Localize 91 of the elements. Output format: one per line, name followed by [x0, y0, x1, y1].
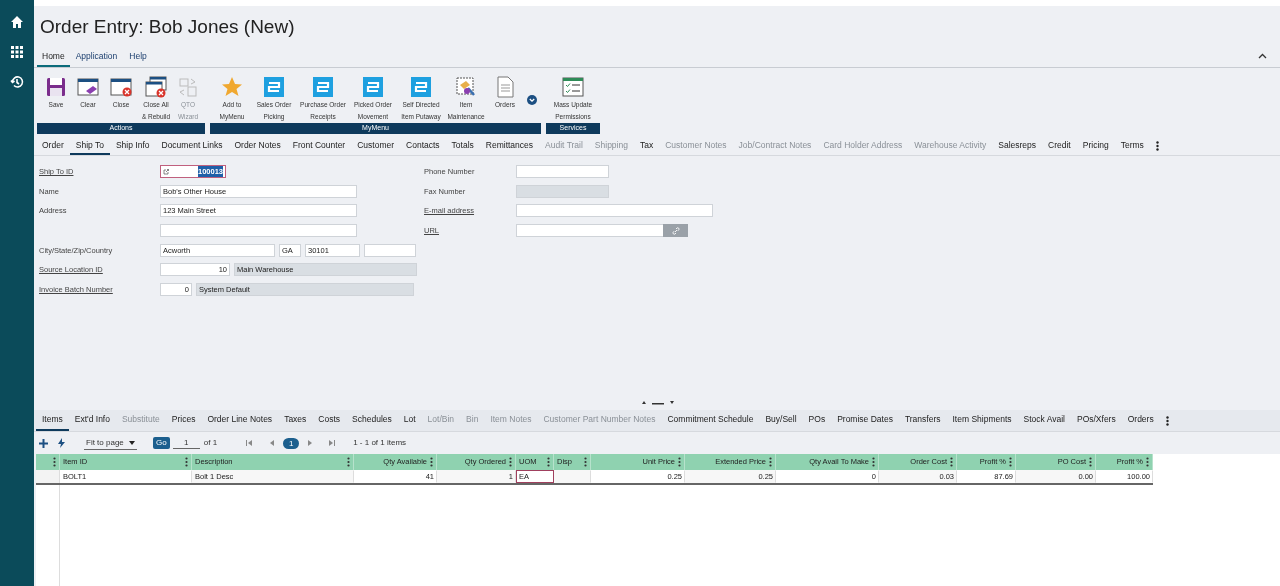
- app-tile-icon: [263, 76, 285, 98]
- input-field[interactable]: [364, 243, 416, 257]
- window-close-icon: [110, 76, 132, 98]
- go-button[interactable]: Go: [152, 437, 170, 449]
- tab[interactable]: Ship To: [69, 137, 110, 155]
- tab[interactable]: Terms: [1114, 137, 1150, 155]
- tab[interactable]: Pricing: [1076, 137, 1115, 155]
- column-menu-icon[interactable]: [1009, 457, 1012, 467]
- star-icon: [221, 76, 243, 98]
- tab[interactable]: Item Shipments: [946, 410, 1018, 431]
- menu-tab[interactable]: Help: [123, 48, 153, 67]
- tab[interactable]: Totals: [445, 137, 480, 155]
- column-menu-icon[interactable]: [509, 457, 512, 467]
- previous-page-icon[interactable]: [269, 440, 275, 446]
- menu-tab[interactable]: Home: [37, 48, 70, 67]
- splitter-handle-icon[interactable]: [640, 400, 674, 406]
- tab[interactable]: Front Counter: [286, 137, 352, 155]
- first-page-icon[interactable]: [246, 440, 253, 446]
- page-button[interactable]: 1: [283, 437, 300, 449]
- menu-tab[interactable]: Application: [69, 48, 124, 67]
- column-menu-icon[interactable]: [769, 457, 772, 467]
- tab[interactable]: Credit: [1042, 137, 1077, 155]
- tab[interactable]: Buy/Sell: [759, 410, 803, 431]
- input-field[interactable]: [516, 165, 609, 179]
- windows-close-icon: [145, 76, 167, 98]
- tab[interactable]: Ext'd Info: [68, 410, 116, 431]
- tab[interactable]: Customer: [351, 137, 401, 155]
- more-chevron-icon[interactable]: [527, 94, 537, 105]
- more-options-icon[interactable]: [1155, 141, 1159, 151]
- column-menu-icon[interactable]: [872, 457, 875, 467]
- column-menu-icon[interactable]: [430, 457, 433, 467]
- apps-grid-icon[interactable]: [11, 46, 23, 58]
- tab[interactable]: Order: [36, 137, 70, 155]
- tab[interactable]: POs/Xfers: [1070, 410, 1122, 431]
- tab[interactable]: Orders: [1121, 410, 1160, 431]
- tab[interactable]: Order Notes: [228, 137, 287, 155]
- tab[interactable]: Costs: [312, 410, 347, 431]
- page-number-field[interactable]: 1: [172, 437, 200, 449]
- row-selector-cell[interactable]: [36, 470, 60, 483]
- column-menu-icon[interactable]: [547, 457, 550, 467]
- home-icon[interactable]: [10, 15, 24, 29]
- tab[interactable]: Contacts: [400, 137, 446, 155]
- tab[interactable]: Order Line Notes: [201, 410, 279, 431]
- app-tile-icon: [410, 76, 432, 98]
- lightning-icon[interactable]: [58, 438, 65, 448]
- next-page-icon[interactable]: [308, 440, 314, 446]
- page-count: of 1: [203, 437, 218, 449]
- tab[interactable]: Stock Avail: [1017, 410, 1071, 431]
- column-menu-icon[interactable]: [678, 457, 681, 467]
- tab[interactable]: Lot: [397, 410, 422, 431]
- tab[interactable]: Transfers: [898, 410, 947, 431]
- tab[interactable]: Schedules: [346, 410, 398, 431]
- item-tools-icon: [455, 76, 477, 98]
- column-menu-icon[interactable]: [584, 457, 587, 467]
- link-icon: [671, 226, 680, 235]
- last-page-icon[interactable]: [329, 440, 336, 446]
- app-tile-icon: [362, 76, 384, 98]
- input-field[interactable]: [160, 224, 357, 238]
- tab[interactable]: Prices: [165, 410, 202, 431]
- column-menu-icon[interactable]: [1089, 457, 1092, 467]
- item-count: 1 - 1 of 1 items: [353, 437, 407, 449]
- open-link-icon[interactable]: [163, 168, 169, 175]
- window-title: Order Entry: Bob Jones (New): [40, 14, 295, 39]
- collapse-icon[interactable]: [1258, 53, 1267, 59]
- column-menu-icon[interactable]: [185, 457, 188, 467]
- tab[interactable]: Remittances: [479, 137, 540, 155]
- tab[interactable]: Tax: [633, 137, 660, 155]
- column-menu-icon[interactable]: [1146, 457, 1149, 467]
- add-icon[interactable]: [39, 438, 48, 448]
- tab[interactable]: Salesreps: [992, 137, 1043, 155]
- tab[interactable]: POs: [802, 410, 832, 431]
- caret-icon: [128, 440, 135, 445]
- tab[interactable]: Commitment Schedule: [661, 410, 760, 431]
- tab[interactable]: Document Links: [155, 137, 229, 155]
- page-size-dropdown[interactable]: Fit to page: [84, 436, 137, 450]
- history-icon[interactable]: [10, 75, 24, 89]
- input-field[interactable]: [516, 204, 713, 218]
- column-menu-icon[interactable]: [950, 457, 953, 467]
- tab[interactable]: Items: [36, 410, 69, 431]
- column-menu-icon[interactable]: [53, 457, 56, 467]
- tab[interactable]: Promise Dates: [831, 410, 899, 431]
- checklist-icon: [562, 76, 584, 98]
- more-options-icon[interactable]: [1165, 415, 1169, 426]
- url-field[interactable]: [516, 224, 688, 238]
- tab[interactable]: Taxes: [278, 410, 313, 431]
- window-eraser-icon: [77, 76, 99, 98]
- column-menu-icon[interactable]: [347, 457, 350, 467]
- wizard-icon: [177, 76, 199, 98]
- app-tile-icon: [312, 76, 334, 98]
- document-icon: [494, 76, 516, 98]
- tab[interactable]: Ship Info: [109, 137, 156, 155]
